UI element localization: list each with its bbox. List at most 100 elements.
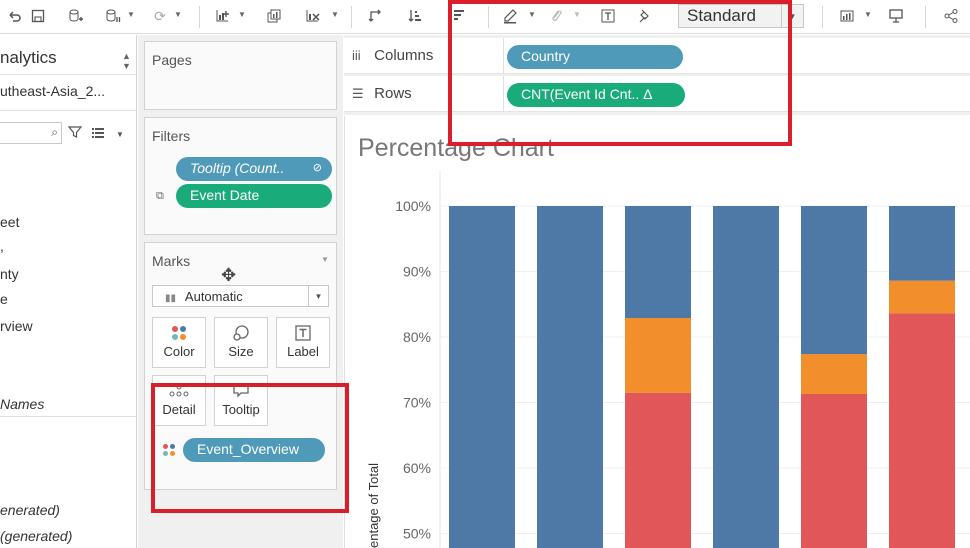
- bar-segment[interactable]: [801, 393, 867, 548]
- divider: [0, 110, 136, 111]
- size-icon: [215, 318, 267, 344]
- clear-sheet-caret[interactable]: ▼: [331, 10, 339, 19]
- label-button[interactable]: Label: [276, 317, 330, 368]
- undo-icon[interactable]: [4, 6, 24, 26]
- rows-shelf[interactable]: ☰ Rows CNT(Event Id Cnt.. Δ: [344, 76, 970, 112]
- bar-segment[interactable]: [889, 313, 955, 548]
- detail-button[interactable]: Detail: [152, 375, 206, 426]
- divider: [0, 416, 136, 417]
- tooltip-button[interactable]: Tooltip: [214, 375, 268, 426]
- marks-card: Marks ▼ ✥ ▮▮ Automatic ▼ Color Size Labe…: [144, 242, 337, 490]
- chevron-down-icon[interactable]: ▼: [116, 130, 124, 139]
- refresh-caret[interactable]: ▼: [174, 10, 182, 19]
- y-tick-label: 90%: [403, 264, 431, 280]
- y-tick-label: 100%: [395, 198, 431, 214]
- bar-segment[interactable]: [625, 318, 691, 393]
- bar-segment[interactable]: [713, 206, 779, 548]
- columns-shelf[interactable]: iii Columns Country: [344, 38, 970, 74]
- data-pane-menu-icon[interactable]: ▲ ▼: [122, 51, 131, 71]
- share-icon[interactable]: [941, 6, 961, 26]
- highlight-icon[interactable]: [500, 6, 520, 26]
- data-source-item[interactable]: utheast-Asia_2...: [0, 83, 105, 99]
- filter-pill-event-date[interactable]: Event Date: [176, 184, 332, 208]
- field-item[interactable]: rview: [0, 318, 33, 334]
- color-icon: [153, 318, 205, 344]
- bar-segment[interactable]: [889, 280, 955, 314]
- field-item[interactable]: eet: [0, 214, 19, 230]
- group-members-icon[interactable]: [546, 6, 566, 26]
- show-me-caret[interactable]: ▼: [864, 10, 872, 19]
- field-item[interactable]: Names: [0, 396, 44, 412]
- show-mark-labels-icon[interactable]: [598, 6, 618, 26]
- link-icon: ⊘: [312, 162, 322, 174]
- move-cursor-icon: ✥: [221, 265, 237, 285]
- divider: [0, 74, 136, 75]
- bar-segment[interactable]: [625, 392, 691, 548]
- pause-updates-caret[interactable]: ▼: [127, 10, 135, 19]
- fit-dropdown[interactable]: Standard ▼: [678, 4, 804, 28]
- bar-mark-icon: ▮▮: [165, 293, 177, 304]
- bar-segment[interactable]: [537, 206, 603, 548]
- tooltip-label: Tooltip: [222, 402, 260, 417]
- filter-fields-icon[interactable]: [67, 124, 83, 143]
- field-item[interactable]: nty: [0, 266, 19, 282]
- field-item[interactable]: e: [0, 291, 8, 307]
- marks-color-pill-label: Event_Overview: [197, 441, 299, 457]
- context-filter-icon: ⧉: [156, 190, 164, 202]
- y-tick-label: 80%: [403, 329, 431, 345]
- duplicate-sheet-icon[interactable]: [264, 6, 284, 26]
- toolbar-divider: [351, 6, 352, 28]
- show-me-icon[interactable]: [837, 6, 857, 26]
- pages-title: Pages: [152, 52, 192, 68]
- size-button[interactable]: Size: [214, 317, 268, 368]
- presentation-mode-icon[interactable]: [886, 6, 906, 26]
- bar-segment[interactable]: [449, 206, 515, 548]
- data-search-input[interactable]: ⌕: [0, 122, 62, 144]
- size-label: Size: [228, 344, 254, 359]
- new-worksheet-caret[interactable]: ▼: [238, 10, 246, 19]
- sort-descending-icon[interactable]: [449, 6, 469, 26]
- bar-segment[interactable]: [625, 206, 691, 319]
- toolbar-divider: [822, 6, 823, 28]
- bar-segment[interactable]: [889, 206, 955, 281]
- refresh-icon[interactable]: ⟳: [150, 6, 170, 26]
- rows-pill-cnt-event[interactable]: CNT(Event Id Cnt.. Δ: [507, 83, 685, 107]
- swap-rows-columns-icon[interactable]: [366, 6, 386, 26]
- chevron-down-icon: ▼: [308, 286, 328, 306]
- y-tick-label: 60%: [403, 460, 431, 476]
- shelves-column: Pages Filters Tooltip (Count.. ⊘ ⧉ Event…: [138, 35, 343, 548]
- color-encoding-icon: [162, 443, 176, 462]
- group-members-caret[interactable]: ▼: [573, 10, 581, 19]
- view-options-icon[interactable]: [92, 126, 106, 144]
- percentage-chart: 100% 90% 80% 70% 60% 50%: [395, 171, 970, 548]
- filter-pill-label: Tooltip (Count..: [190, 160, 285, 176]
- field-item[interactable]: ,: [0, 238, 4, 254]
- marks-title: Marks: [152, 253, 191, 269]
- filters-shelf[interactable]: Filters Tooltip (Count.. ⊘ ⧉ Event Date: [144, 117, 337, 235]
- marks-color-pill[interactable]: Event_Overview: [183, 438, 325, 462]
- new-worksheet-icon[interactable]: [213, 6, 233, 26]
- clear-sheet-icon[interactable]: [303, 6, 323, 26]
- new-datasource-icon[interactable]: [66, 6, 86, 26]
- columns-label: Columns: [374, 47, 434, 64]
- pause-updates-icon[interactable]: [103, 6, 123, 26]
- data-pane: nalytics ▲ ▼ utheast-Asia_2... ⌕ ▼ eet , …: [0, 35, 137, 548]
- field-item[interactable]: (generated): [0, 528, 72, 544]
- highlight-caret[interactable]: ▼: [528, 10, 536, 19]
- columns-pill-label: Country: [521, 48, 571, 64]
- mark-type-dropdown[interactable]: ▮▮ Automatic ▼: [152, 285, 329, 307]
- columns-pill-country[interactable]: Country: [507, 45, 683, 69]
- pages-shelf[interactable]: Pages: [144, 41, 337, 110]
- bar-segment[interactable]: [801, 206, 867, 355]
- detail-label: Detail: [162, 402, 196, 417]
- columns-icon: iii: [352, 48, 361, 63]
- save-icon[interactable]: [28, 6, 48, 26]
- field-item[interactable]: enerated): [0, 502, 60, 518]
- fix-axes-icon[interactable]: [634, 6, 654, 26]
- sort-ascending-icon[interactable]: [405, 6, 425, 26]
- color-button[interactable]: Color: [152, 317, 206, 368]
- marks-menu-icon[interactable]: ▼: [321, 255, 329, 264]
- filter-pill-tooltip[interactable]: Tooltip (Count.. ⊘: [176, 157, 332, 181]
- bar-segment[interactable]: [801, 354, 867, 394]
- toolbar-divider: [488, 6, 489, 28]
